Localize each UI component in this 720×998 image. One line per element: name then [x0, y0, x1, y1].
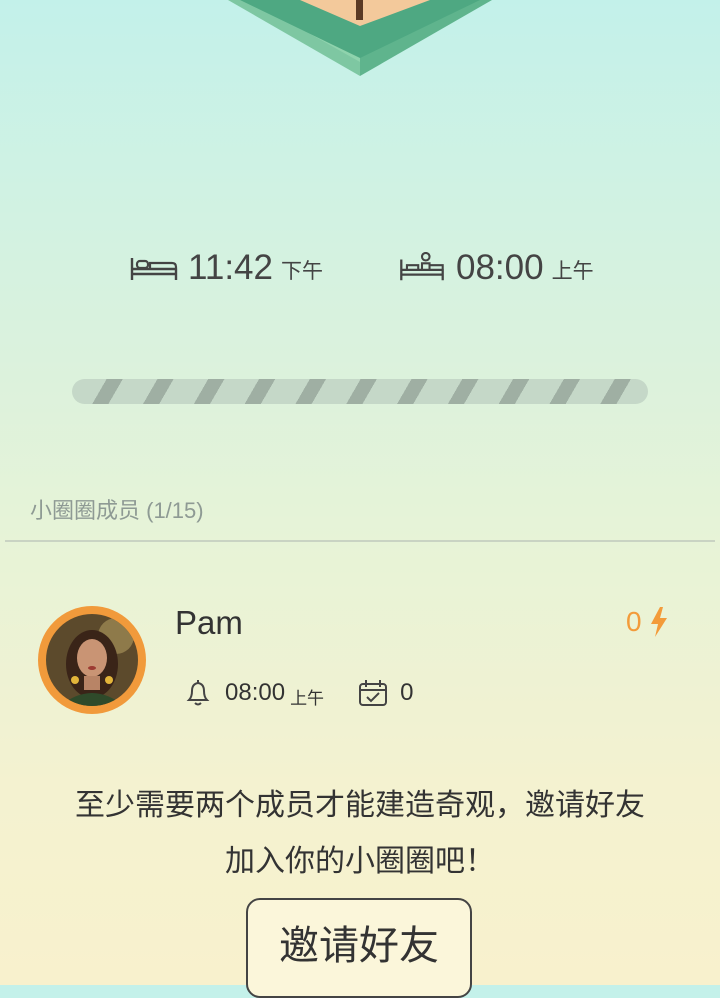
- calendar-check-icon: [359, 680, 388, 706]
- member-stats: 08:00 上午 0: [185, 676, 413, 710]
- bed-icon: [130, 258, 178, 280]
- members-title: 小圈圈成员 (1/15): [30, 498, 204, 523]
- wake-up-icon: [400, 252, 444, 281]
- wake-time-value: 08:00: [456, 248, 544, 287]
- alarm-time: 08:00: [225, 679, 286, 706]
- invite-message-line2: 加入你的小圈圈吧！: [225, 845, 495, 878]
- bedtime: 11:42 下午: [130, 248, 323, 288]
- wake-time: 08:00 上午: [398, 248, 594, 288]
- score-value: 0: [626, 606, 642, 637]
- lightning-icon: [650, 607, 667, 637]
- invite-friends-button[interactable]: 邀请好友: [246, 898, 472, 998]
- member-score: 0: [626, 606, 668, 638]
- wake-time-ampm: 上午: [551, 260, 594, 283]
- invite-message: 至少需要两个成员才能建造奇观，邀请好友 加入你的小圈圈吧！: [0, 778, 720, 890]
- avatar-portrait-image: [46, 614, 138, 706]
- progress-bar: [72, 379, 648, 404]
- avatar[interactable]: [38, 606, 146, 714]
- wonder-block-illustration: [228, 0, 492, 76]
- invite-message-line1: 至少需要两个成员才能建造奇观，邀请好友: [75, 789, 645, 822]
- checkin-count: 0: [400, 679, 414, 706]
- bell-icon: [186, 680, 210, 706]
- sleep-schedule: 11:42 下午 08:00 上午: [0, 248, 720, 298]
- divider: [5, 540, 715, 542]
- alarm-ampm: 上午: [290, 688, 325, 708]
- bedtime-ampm: 下午: [281, 260, 323, 283]
- member-name: Pam: [175, 604, 243, 641]
- bedtime-value: 11:42: [188, 248, 273, 287]
